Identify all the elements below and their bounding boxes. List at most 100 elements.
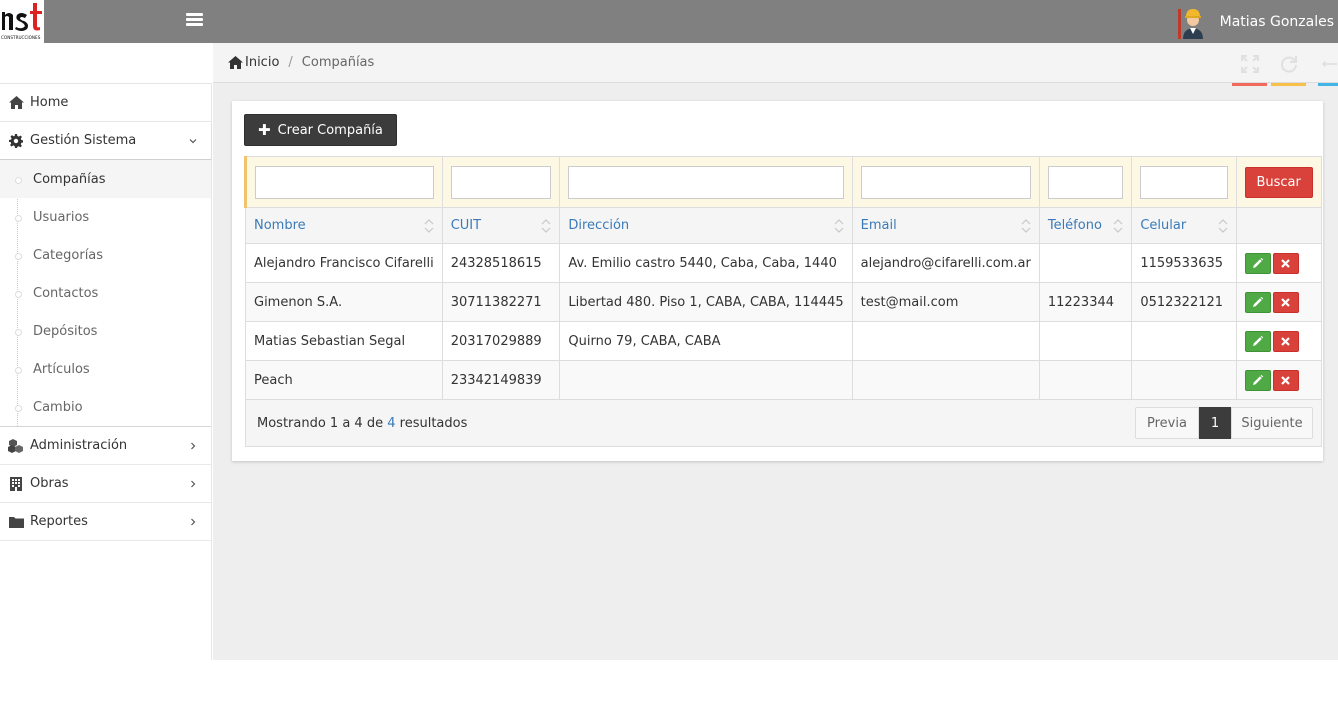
cell-actions — [1235, 282, 1323, 322]
collapse-button[interactable] — [1308, 43, 1338, 86]
cell-celular: 0512322121 — [1131, 282, 1237, 322]
sidebar-item-label: Reportes — [30, 514, 88, 529]
sort-icon — [1021, 219, 1031, 233]
filter-telefono-input[interactable] — [1047, 165, 1124, 199]
breadcrumb-home-link[interactable]: Inicio — [245, 55, 279, 70]
sidebar-item-home[interactable]: Home — [0, 84, 211, 122]
tool-color-bar — [1318, 83, 1338, 86]
sidebar-subitem-usuarios[interactable]: Usuarios — [0, 198, 211, 236]
plus-icon: ✚ — [258, 121, 271, 139]
create-company-button[interactable]: ✚ Crear Compañía — [244, 114, 397, 146]
cell-direccion: Av. Emilio castro 5440, Caba, Caba, 1440 — [559, 243, 853, 283]
companies-panel: ✚ Crear Compañía Buscar Nombre CUIT Dire… — [232, 101, 1323, 461]
sort-icon — [424, 219, 434, 233]
sidebar-subitem-cambio[interactable]: Cambio — [0, 388, 211, 426]
filter-celular-input[interactable] — [1140, 165, 1228, 199]
pagination-page-1[interactable]: 1 — [1199, 407, 1231, 439]
subitem-label: Compañías — [33, 171, 106, 187]
main-content: Inicio / Compañías ✚ Crear Compañía Busc… — [213, 43, 1338, 660]
filter-cuit-input[interactable] — [450, 165, 552, 199]
filter-cell — [851, 156, 1040, 208]
cell-telefono — [1038, 360, 1133, 400]
sidebar-subitem-companias[interactable]: Compañías — [0, 160, 211, 198]
column-header-telefono[interactable]: Teléfono — [1038, 207, 1133, 244]
cell-telefono — [1038, 243, 1133, 283]
fullscreen-button[interactable] — [1230, 43, 1269, 86]
sort-icon — [1113, 219, 1123, 233]
close-icon — [1281, 336, 1290, 346]
filter-email-input[interactable] — [860, 165, 1031, 199]
close-icon — [1281, 258, 1290, 268]
sidebar-item-reportes[interactable]: Reportes — [0, 503, 211, 541]
cell-telefono: 11223344 — [1038, 282, 1133, 322]
refresh-button[interactable] — [1269, 43, 1308, 86]
cell-celular — [1131, 321, 1237, 361]
folder-icon — [8, 515, 24, 529]
table-row: Gimenon S.A. 30711382271 Libertad 480. P… — [245, 282, 1323, 322]
delete-button[interactable] — [1272, 330, 1299, 352]
filter-cell — [1038, 156, 1133, 208]
cell-cuit: 30711382271 — [441, 282, 561, 322]
sidebar-subitem-contactos[interactable]: Contactos — [0, 274, 211, 312]
subitem-label: Usuarios — [33, 209, 90, 225]
sidebar-item-label: Home — [30, 95, 69, 110]
cell-cuit: 20317029889 — [441, 321, 561, 361]
user-menu[interactable]: Matias Gonzales — [1177, 0, 1334, 43]
building-icon — [8, 476, 24, 491]
cell-cuit: 24328518615 — [441, 243, 561, 283]
pagination-prev-button[interactable]: Previa — [1135, 407, 1199, 439]
sidebar-submenu: Compañías Usuarios Categorías Contactos … — [0, 160, 211, 427]
edit-button[interactable] — [1244, 291, 1271, 313]
home-icon — [228, 56, 243, 69]
sidebar: Home Gestión Sistema Compañías Usuarios … — [0, 84, 212, 660]
column-header-email[interactable]: Email — [851, 207, 1040, 244]
sidebar-subitem-depositos[interactable]: Depósitos — [0, 312, 211, 350]
tool-color-bar — [1271, 83, 1306, 86]
chevron-right-icon — [191, 480, 196, 487]
delete-button[interactable] — [1272, 252, 1299, 274]
summary-prefix: Mostrando 1 a 4 de — [257, 415, 388, 431]
summary-suffix: resultados — [395, 415, 468, 431]
subitem-label: Contactos — [33, 285, 99, 301]
cell-email — [851, 360, 1040, 400]
chevron-down-icon — [189, 138, 197, 143]
pagination: Previa 1 Siguiente — [1135, 407, 1313, 439]
cell-direccion — [559, 360, 853, 400]
sidebar-item-administracion[interactable]: Administración — [0, 427, 211, 465]
filter-cell — [559, 156, 853, 208]
header-label: Teléfono — [1047, 218, 1102, 233]
column-header-nombre[interactable]: Nombre — [245, 207, 443, 244]
delete-button[interactable] — [1272, 369, 1299, 391]
column-header-cuit[interactable]: CUIT — [441, 207, 561, 244]
tool-color-bar — [1232, 83, 1267, 86]
search-button[interactable]: Buscar — [1244, 166, 1313, 198]
companies-table: Buscar Nombre CUIT Dirección Email Teléf… — [244, 156, 1323, 447]
sidebar-toggle-icon[interactable] — [186, 13, 203, 27]
cell-nombre: Peach — [245, 360, 443, 400]
sidebar-item-label: Administración — [30, 438, 128, 453]
filter-direccion-input[interactable] — [568, 165, 844, 199]
sidebar-item-gestion-sistema[interactable]: Gestión Sistema — [0, 122, 211, 160]
edit-button[interactable] — [1244, 330, 1271, 352]
sidebar-subitem-articulos[interactable]: Artículos — [0, 350, 211, 388]
header-label: Dirección — [568, 218, 630, 233]
sidebar-item-obras[interactable]: Obras — [0, 465, 211, 503]
sidebar-subitem-categorias[interactable]: Categorías — [0, 236, 211, 274]
cell-email: test@mail.com — [851, 282, 1040, 322]
column-header-celular[interactable]: Celular — [1131, 207, 1237, 244]
refresh-icon — [1280, 55, 1297, 73]
filter-nombre-input[interactable] — [255, 165, 434, 199]
pagination-next-button[interactable]: Siguiente — [1231, 407, 1313, 439]
edit-button[interactable] — [1244, 369, 1271, 391]
table-row: Matias Sebastian Segal 20317029889 Quirn… — [245, 321, 1323, 361]
sort-icon — [541, 219, 551, 233]
delete-button[interactable] — [1272, 291, 1299, 313]
close-icon — [1281, 297, 1290, 307]
edit-button[interactable] — [1244, 252, 1271, 274]
cell-telefono — [1038, 321, 1133, 361]
company-logo[interactable]: CONSTRUCCIONES — [0, 0, 44, 43]
pencil-icon — [1252, 375, 1263, 385]
arrows-horizontal-icon — [1322, 60, 1338, 67]
expand-icon — [1240, 54, 1259, 73]
column-header-direccion[interactable]: Dirección — [559, 207, 853, 244]
